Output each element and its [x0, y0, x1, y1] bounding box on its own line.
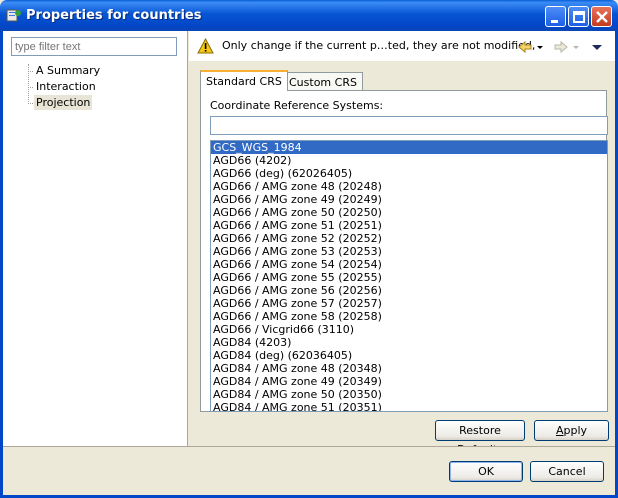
- forward-arrow-icon[interactable]: [553, 39, 569, 55]
- crs-list-item[interactable]: AGD84 / AMG zone 50 (20350): [211, 388, 607, 401]
- properties-icon: [6, 9, 21, 22]
- maximize-icon: [573, 11, 585, 23]
- tree-connector: [28, 87, 33, 88]
- crs-list-item[interactable]: AGD66 / AMG zone 53 (20253): [211, 245, 607, 258]
- tree-item-summary[interactable]: A Summary: [34, 63, 102, 78]
- crs-list-item[interactable]: AGD66 / Vicgrid66 (3110): [211, 323, 607, 336]
- ok-button[interactable]: OK: [449, 461, 523, 482]
- crs-list-item[interactable]: AGD84 / AMG zone 48 (20348): [211, 362, 607, 375]
- restore-defaults-button[interactable]: Restore Defaults: [435, 420, 525, 456]
- warning-icon: [197, 38, 214, 54]
- tree-connector: [28, 103, 33, 104]
- filter-input[interactable]: [11, 37, 177, 56]
- standard-crs-panel: Coordinate Reference Systems: GCS_WGS_19…: [200, 90, 608, 412]
- maximize-button[interactable]: [568, 6, 589, 27]
- crs-list-item[interactable]: AGD66 / AMG zone 49 (20249): [211, 193, 607, 206]
- crs-list-item[interactable]: AGD66 / AMG zone 55 (20255): [211, 271, 607, 284]
- message-text: Only change if the current p…ted, they a…: [222, 39, 536, 52]
- tree-connector: [28, 71, 33, 72]
- forward-dropdown-icon[interactable]: [572, 39, 580, 55]
- crs-list-item[interactable]: AGD66 / AMG zone 57 (20257): [211, 297, 607, 310]
- properties-page: Only change if the current p…ted, they a…: [189, 31, 615, 456]
- apply-mnemonic: A: [555, 424, 564, 437]
- crs-list-item[interactable]: AGD84 / AMG zone 51 (20351): [211, 401, 607, 411]
- back-arrow-icon[interactable]: [517, 39, 533, 55]
- close-button[interactable]: [591, 6, 612, 27]
- restore-defaults-label: Restore: [459, 424, 501, 437]
- crs-list-item[interactable]: AGD66 / AMG zone 54 (20254): [211, 258, 607, 271]
- crs-list-item[interactable]: AGD66 / AMG zone 52 (20252): [211, 232, 607, 245]
- tree-item-interaction[interactable]: Interaction: [34, 79, 98, 94]
- apply-button[interactable]: Apply: [534, 420, 609, 441]
- view-menu-icon[interactable]: [591, 39, 603, 55]
- dialog-button-bar: OK Cancel: [3, 446, 615, 495]
- crs-list-item[interactable]: AGD66 (deg) (62026405): [211, 167, 607, 180]
- crs-list-item[interactable]: AGD66 / AMG zone 51 (20251): [211, 219, 607, 232]
- back-dropdown-icon[interactable]: [536, 39, 544, 55]
- preference-tree-panel: A Summary Interaction Projection: [3, 31, 188, 446]
- minimize-icon: [551, 20, 558, 23]
- tab-standard-crs[interactable]: Standard CRS: [200, 70, 288, 91]
- tree-connector: [28, 64, 29, 104]
- crs-list-item[interactable]: AGD66 / AMG zone 58 (20258): [211, 310, 607, 323]
- crs-list-item[interactable]: AGD66 / AMG zone 56 (20256): [211, 284, 607, 297]
- crs-list-item[interactable]: GCS_WGS_1984: [211, 141, 607, 154]
- crs-list[interactable]: GCS_WGS_1984 AGD66 (4202) AGD66 (deg) (620…: [210, 140, 608, 412]
- crs-list-item[interactable]: AGD84 (deg) (62036405): [211, 349, 607, 362]
- title-bar[interactable]: Properties for countries: [0, 0, 618, 31]
- close-icon: [596, 11, 608, 23]
- crs-search-input[interactable]: [210, 116, 608, 135]
- tree-item-projection[interactable]: Projection: [34, 95, 93, 110]
- crs-list-item[interactable]: AGD84 (4203): [211, 336, 607, 349]
- crs-label: Coordinate Reference Systems:: [210, 99, 384, 112]
- window-title: Properties for countries: [26, 8, 202, 23]
- cancel-button[interactable]: Cancel: [530, 461, 604, 482]
- apply-label: pply: [563, 424, 588, 437]
- crs-list-item[interactable]: AGD66 / AMG zone 50 (20250): [211, 206, 607, 219]
- message-area: Only change if the current p…ted, they a…: [189, 31, 615, 61]
- tab-custom-crs[interactable]: Custom CRS: [283, 72, 363, 91]
- crs-list-item[interactable]: AGD66 (4202): [211, 154, 607, 167]
- minimize-button[interactable]: [545, 6, 566, 27]
- crs-list-item[interactable]: AGD66 / AMG zone 48 (20248): [211, 180, 607, 193]
- crs-list-item[interactable]: AGD84 / AMG zone 49 (20349): [211, 375, 607, 388]
